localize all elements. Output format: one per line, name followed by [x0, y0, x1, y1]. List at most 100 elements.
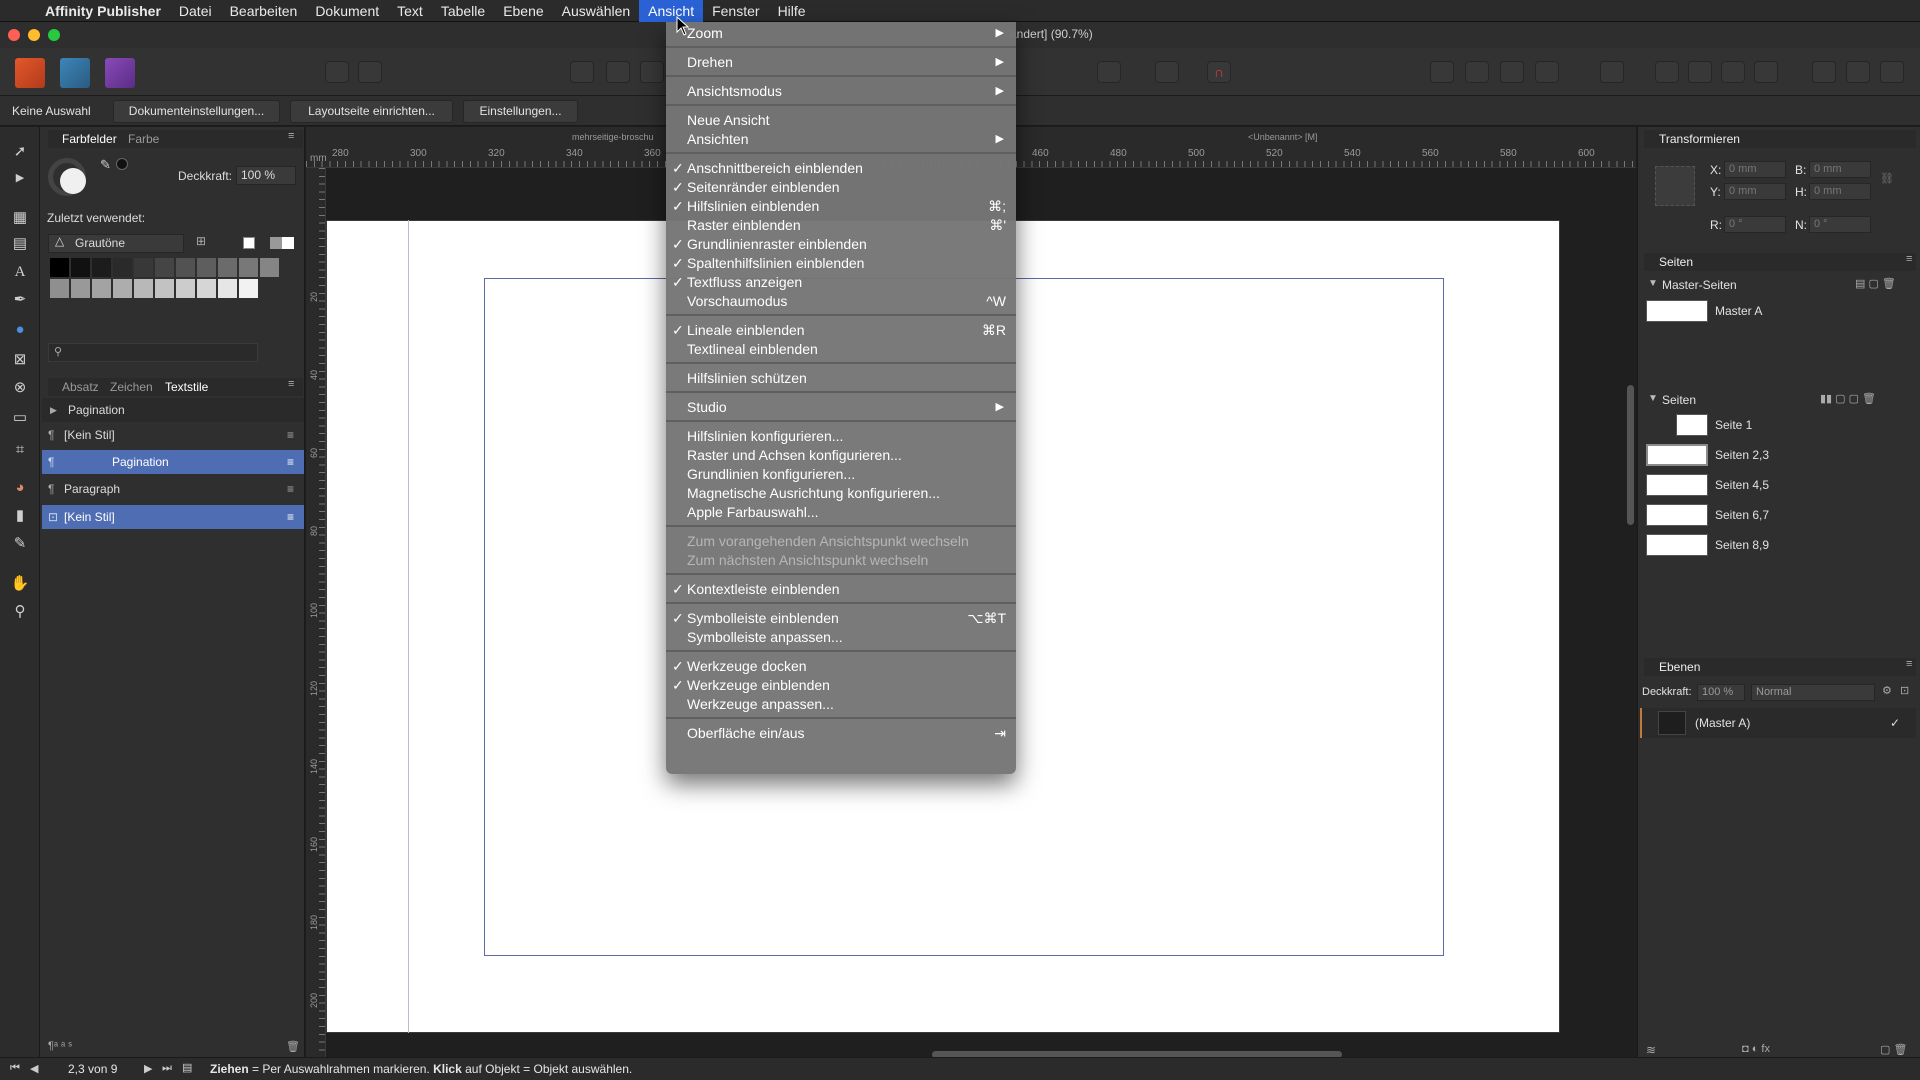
menu-text[interactable]: Text: [388, 0, 432, 22]
color-swatch[interactable]: [176, 279, 195, 298]
style-menu-icon[interactable]: ≡: [287, 423, 294, 447]
picture-frame-icon[interactable]: [640, 61, 664, 83]
tab-color[interactable]: Farbe: [128, 132, 159, 146]
menu-item-seitenränder-einblenden[interactable]: ✓ Seitenränder einblenden: [666, 178, 1016, 197]
page-thumbnail[interactable]: [1676, 414, 1708, 436]
style-menu-icon[interactable]: ≡: [287, 505, 294, 529]
table-tool-icon[interactable]: ▤: [8, 233, 32, 255]
black-color-icon[interactable]: [116, 158, 128, 170]
color-swatch[interactable]: [113, 258, 132, 277]
color-swatch[interactable]: [218, 258, 237, 277]
layer-add-delete-icons[interactable]: ▢ 🗑: [1880, 1043, 1907, 1056]
menu-item-hilfslinien-konfigurieren[interactable]: Hilfslinien konfigurieren...: [666, 427, 1016, 446]
transparency-tool-icon[interactable]: ▮: [8, 505, 32, 527]
menu-item-apple-farbauswahl[interactable]: Apple Farbauswahl...: [666, 503, 1016, 522]
page-thumbnail[interactable]: [1646, 474, 1708, 496]
pen-tool-icon[interactable]: ✒: [8, 289, 32, 311]
preflight-icon[interactable]: [325, 61, 349, 83]
menu-item-textlineal-einblenden[interactable]: Textlineal einblenden: [666, 340, 1016, 359]
blend-mode-dropdown[interactable]: Normal: [1751, 684, 1875, 701]
color-swatch[interactable]: [50, 258, 69, 277]
move-tool-icon[interactable]: ➚: [8, 141, 32, 163]
master-page-thumbnail[interactable]: [1646, 300, 1708, 322]
document-settings-button[interactable]: Dokumenteinstellungen...: [113, 100, 280, 123]
swatch-search-input[interactable]: [48, 343, 258, 362]
picture-frame-tool-icon[interactable]: ⊠: [8, 349, 32, 371]
menu-item-raster-und-achsen-konfigurieren[interactable]: Raster und Achsen konfigurieren...: [666, 446, 1016, 465]
color-swatch[interactable]: [92, 279, 111, 298]
tab-character[interactable]: Zeichen: [110, 380, 153, 394]
page-options-icon[interactable]: ▤: [182, 1061, 192, 1074]
style-row[interactable]: ¶ Paragraph ≡: [42, 477, 304, 501]
flip-horizontal-icon[interactable]: [1655, 61, 1679, 83]
move-to-back-icon[interactable]: [1535, 61, 1559, 83]
style-tools-icons[interactable]: ¶ᵃ ᵃ ˢ: [48, 1040, 72, 1052]
app-menu[interactable]: Affinity Publisher: [36, 0, 170, 22]
settings-gear-icon[interactable]: ⚙: [1882, 684, 1892, 697]
color-swatch[interactable]: [176, 258, 195, 277]
menu-item-magnetische-ausrichtung-konfigurieren[interactable]: Magnetische Ausrichtung konfigurieren...: [666, 484, 1016, 503]
palette-dropdown[interactable]: Grautöne: [48, 234, 184, 253]
height-field[interactable]: 0 mm: [1809, 183, 1871, 200]
next-page-icon[interactable]: ▶: [144, 1062, 152, 1075]
color-swatch[interactable]: [218, 279, 237, 298]
menu-ansicht[interactable]: Ansicht: [639, 0, 704, 22]
align-icon[interactable]: [1600, 61, 1624, 83]
tab-swatches[interactable]: Farbfelder: [62, 132, 117, 146]
text-frame-tool-icon[interactable]: ▦: [8, 207, 32, 229]
page-thumbnail-selected[interactable]: [1646, 444, 1708, 466]
page-thumbnail[interactable]: [1646, 534, 1708, 556]
fill-color-well[interactable]: [60, 168, 86, 194]
color-swatch[interactable]: [197, 279, 216, 298]
eyedropper-tool-icon[interactable]: ✎: [8, 533, 32, 555]
menu-item-raster-einblenden[interactable]: Raster einblenden ⌘': [666, 216, 1016, 235]
layers-opacity-field[interactable]: 100 %: [1697, 684, 1745, 701]
vertical-ruler[interactable]: 20 40 60 80 100 120 140 160 180 200: [306, 168, 326, 1057]
designer-persona-icon[interactable]: [60, 58, 90, 88]
color-swatch[interactable]: [134, 258, 153, 277]
anchor-selector[interactable]: [1655, 166, 1695, 206]
menu-item-symbolleiste-anpassen[interactable]: Symbolleiste anpassen...: [666, 628, 1016, 647]
color-picker-icon[interactable]: ✎: [100, 157, 111, 173]
menu-item-symbolleiste-einblenden[interactable]: ✓ Symbolleiste einblenden ⌥⌘T: [666, 609, 1016, 628]
shape-icon[interactable]: [606, 61, 630, 83]
layers-panel-menu-icon[interactable]: ≡: [1906, 658, 1912, 670]
menu-auswaehlen[interactable]: Auswählen: [553, 0, 640, 22]
menu-fenster[interactable]: Fenster: [703, 0, 768, 22]
none-swatch-icon[interactable]: [243, 237, 255, 249]
style-group-row[interactable]: ▶ Pagination: [42, 398, 304, 422]
zoom-window-button[interactable]: [48, 29, 60, 41]
layers-stack-icon[interactable]: ≋: [1646, 1043, 1656, 1057]
menu-item-grundlinienraster-einblenden[interactable]: ✓ Grundlinienraster einblenden: [666, 235, 1016, 254]
style-row-selected[interactable]: ⊡ [Kein Stil] ≡: [42, 505, 304, 529]
menu-item-hilfslinien-schützen[interactable]: Hilfslinien schützen: [666, 369, 1016, 388]
menu-item-drehen[interactable]: Drehen ▶: [666, 53, 1016, 72]
baseline-grid-icon[interactable]: [1155, 61, 1179, 83]
menu-item-werkzeuge-anpassen[interactable]: Werkzeuge anpassen...: [666, 695, 1016, 714]
menu-item-textfluss-anzeigen[interactable]: ✓ Textfluss anzeigen: [666, 273, 1016, 292]
artistic-text-tool-icon[interactable]: A: [8, 261, 32, 283]
color-swatch[interactable]: [155, 258, 174, 277]
x-field[interactable]: 0 mm: [1724, 161, 1786, 178]
opacity-field[interactable]: 100 %: [236, 166, 296, 185]
layout-page-setup-button[interactable]: Layoutseite einrichten...: [290, 100, 453, 123]
menu-item-ansichtsmodus[interactable]: Ansichtsmodus ▶: [666, 82, 1016, 101]
color-swatch[interactable]: [239, 258, 258, 277]
layer-actions-icons[interactable]: ◘ ◐ fx: [1742, 1043, 1770, 1055]
delete-style-icon[interactable]: 🗑: [286, 1040, 300, 1053]
photo-persona-icon[interactable]: [105, 58, 135, 88]
preferences-button[interactable]: Einstellungen...: [463, 100, 578, 123]
crop-tool-icon[interactable]: ⌗: [8, 439, 32, 461]
menu-item-hilfslinien-einblenden[interactable]: ✓ Hilfslinien einblenden ⌘;: [666, 197, 1016, 216]
menu-item-spaltenhilfslinien-einblenden[interactable]: ✓ Spaltenhilfslinien einblenden: [666, 254, 1016, 273]
color-swatch[interactable]: [71, 258, 90, 277]
menu-datei[interactable]: Datei: [170, 0, 221, 22]
menu-item-werkzeuge-einblenden[interactable]: ✓ Werkzeuge einblenden: [666, 676, 1016, 695]
master-page-actions-icons[interactable]: ▤ ▢ 🗑: [1855, 277, 1896, 290]
lock-icon[interactable]: ⊡: [1900, 684, 1909, 697]
zoom-tool-icon[interactable]: ⚲: [8, 601, 32, 623]
menu-item-werkzeuge-docken[interactable]: ✓ Werkzeuge docken: [666, 657, 1016, 676]
rotate-right-icon[interactable]: [1754, 61, 1778, 83]
menu-item-vorschaumodus[interactable]: Vorschaumodus ^W: [666, 292, 1016, 311]
tab-paragraph[interactable]: Absatz: [62, 380, 99, 394]
